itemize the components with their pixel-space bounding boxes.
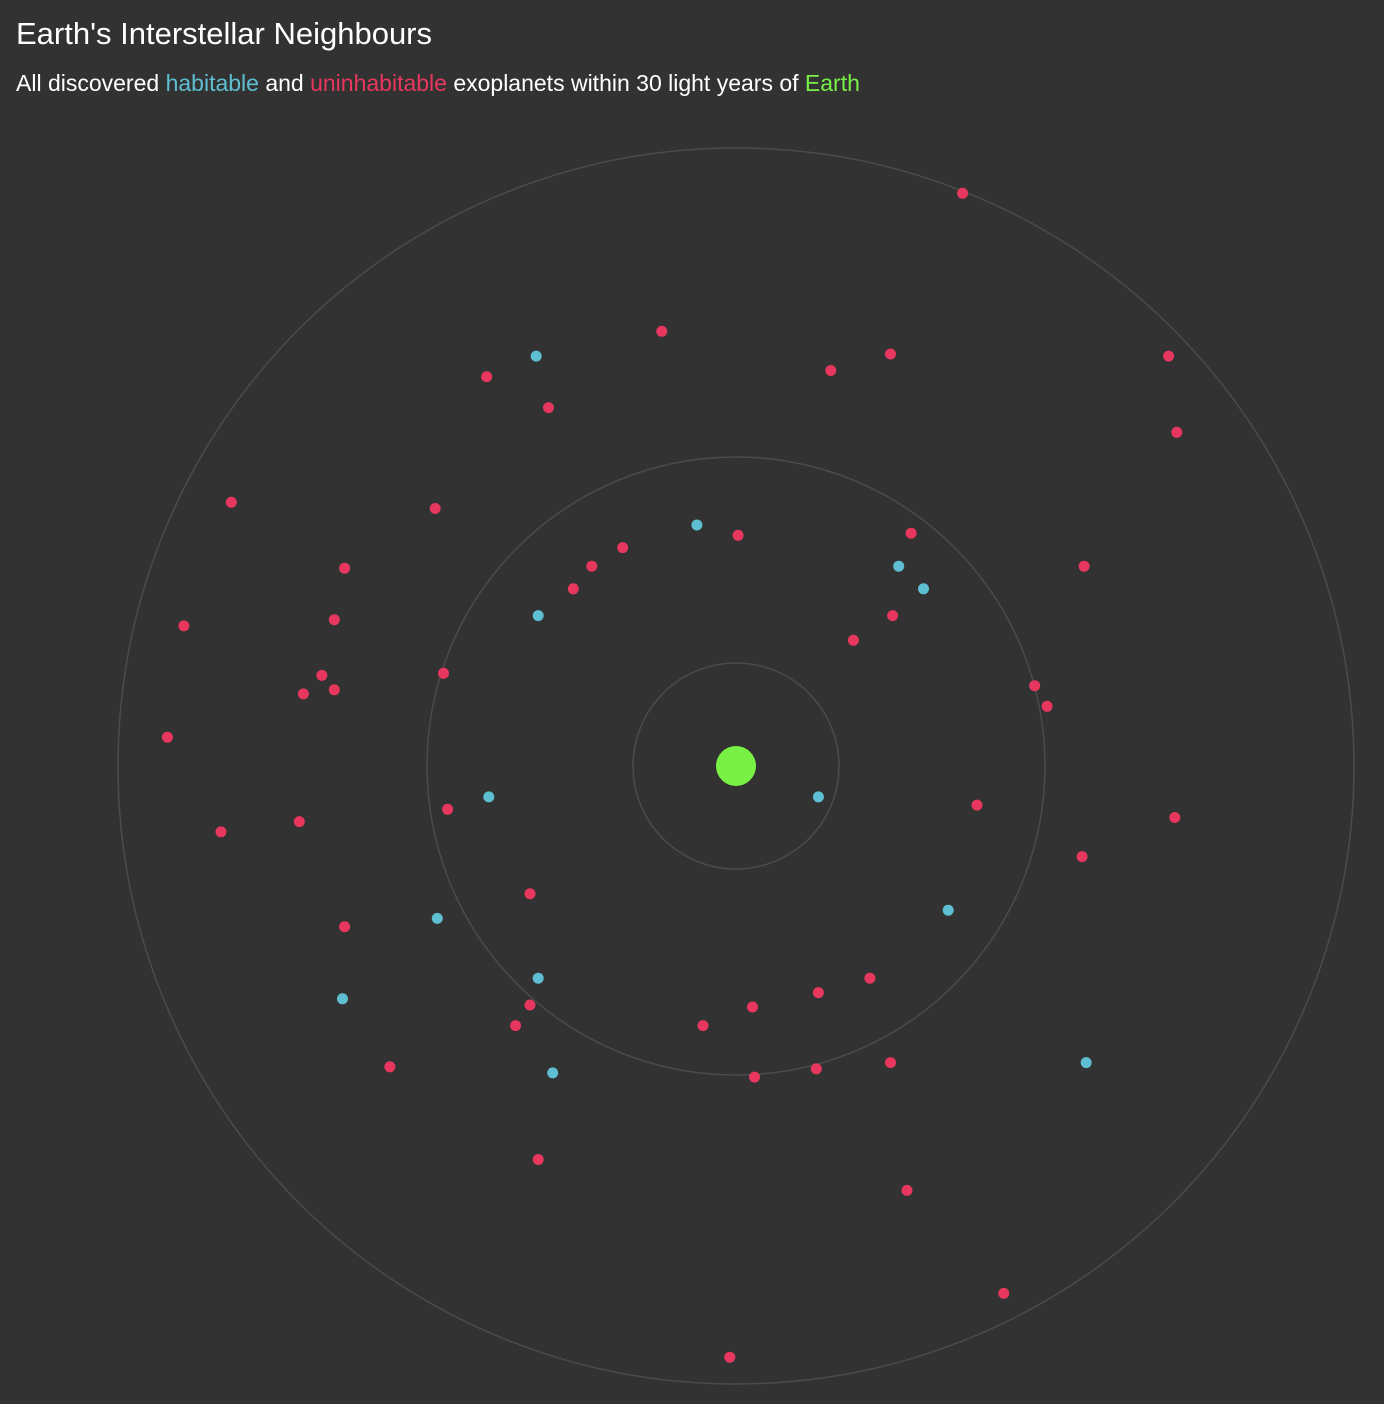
uninhabitable-exoplanet-point <box>225 496 237 508</box>
uninhabitable-exoplanet-point <box>1169 812 1181 823</box>
uninhabitable-exoplanet-point <box>905 527 917 539</box>
uninhabitable-exoplanet-point <box>1076 851 1088 863</box>
habitable-exoplanet-point <box>893 560 905 572</box>
uninhabitable-exoplanet-point <box>481 371 493 383</box>
uninhabitable-exoplanet-point <box>812 987 824 999</box>
uninhabitable-exoplanet-point <box>1163 350 1175 362</box>
uninhabitable-exoplanet-point <box>887 610 899 622</box>
habitable-exoplanet-point <box>1080 1057 1092 1069</box>
habitable-exoplanet-point <box>532 972 544 984</box>
earth-marker-group <box>716 746 756 786</box>
uninhabitable-exoplanet-point <box>864 972 876 984</box>
uninhabitable-exoplanet-point <box>178 620 190 632</box>
uninhabitable-exoplanet-point <box>524 999 536 1011</box>
uninhabitable-exoplanet-point <box>215 826 227 838</box>
uninhabitable-exoplanet-point <box>339 562 351 574</box>
uninhabitable-exoplanet-point <box>510 1020 522 1032</box>
uninhabitable-exoplanet-point <box>971 799 983 811</box>
uninhabitable-exoplanet-point <box>747 1001 758 1013</box>
uninhabitable-exoplanet-point <box>749 1071 760 1083</box>
uninhabitable-exoplanet-point <box>1171 426 1183 438</box>
uninhabitable-exoplanet-point <box>384 1061 396 1073</box>
uninhabitable-exoplanet-point <box>847 634 859 646</box>
uninhabitable-exoplanet-point <box>617 542 629 554</box>
uninhabitable-exoplanet-point <box>328 614 340 626</box>
uninhabitable-exoplanet-point <box>339 921 351 933</box>
uninhabitable-exoplanet-point <box>957 187 969 199</box>
exoplanet-points <box>161 187 1183 1363</box>
habitable-exoplanet-point <box>337 993 348 1005</box>
uninhabitable-exoplanet-point <box>825 365 837 376</box>
uninhabitable-exoplanet-point <box>161 731 173 743</box>
uninhabitable-exoplanet-point <box>724 1351 736 1363</box>
habitable-exoplanet-point <box>530 350 542 362</box>
habitable-exoplanet-point <box>532 610 544 622</box>
uninhabitable-exoplanet-point <box>524 888 536 900</box>
habitable-exoplanet-point <box>431 912 443 924</box>
uninhabitable-exoplanet-point <box>429 503 441 514</box>
uninhabitable-exoplanet-point <box>316 669 328 681</box>
uninhabitable-exoplanet-point <box>567 583 579 595</box>
uninhabitable-exoplanet-point <box>293 816 305 828</box>
uninhabitable-exoplanet-point <box>442 803 454 815</box>
uninhabitable-exoplanet-point <box>697 1020 709 1032</box>
uninhabitable-exoplanet-point <box>297 688 309 700</box>
habitable-exoplanet-point <box>547 1067 559 1079</box>
uninhabitable-exoplanet-point <box>328 684 340 696</box>
uninhabitable-exoplanet-point <box>901 1184 913 1196</box>
uninhabitable-exoplanet-point <box>1078 560 1090 572</box>
uninhabitable-exoplanet-point <box>732 529 744 541</box>
habitable-exoplanet-point <box>483 791 495 803</box>
habitable-exoplanet-point <box>812 791 824 803</box>
exoplanet-radial-chart <box>117 147 1355 1385</box>
habitable-exoplanet-point <box>691 519 703 531</box>
earth-marker <box>716 746 756 786</box>
habitable-exoplanet-point <box>942 904 954 916</box>
uninhabitable-exoplanet-point <box>998 1287 1010 1299</box>
uninhabitable-exoplanet-point <box>885 1057 896 1069</box>
uninhabitable-exoplanet-point <box>438 667 449 679</box>
uninhabitable-exoplanet-point <box>543 402 554 414</box>
uninhabitable-exoplanet-point <box>1029 680 1041 692</box>
habitable-exoplanet-point <box>918 583 929 595</box>
uninhabitable-exoplanet-point <box>532 1154 544 1165</box>
uninhabitable-exoplanet-point <box>656 325 668 337</box>
uninhabitable-exoplanet-point <box>1041 700 1053 712</box>
uninhabitable-exoplanet-point <box>885 348 896 360</box>
uninhabitable-exoplanet-point <box>586 560 598 572</box>
uninhabitable-exoplanet-point <box>810 1063 822 1075</box>
